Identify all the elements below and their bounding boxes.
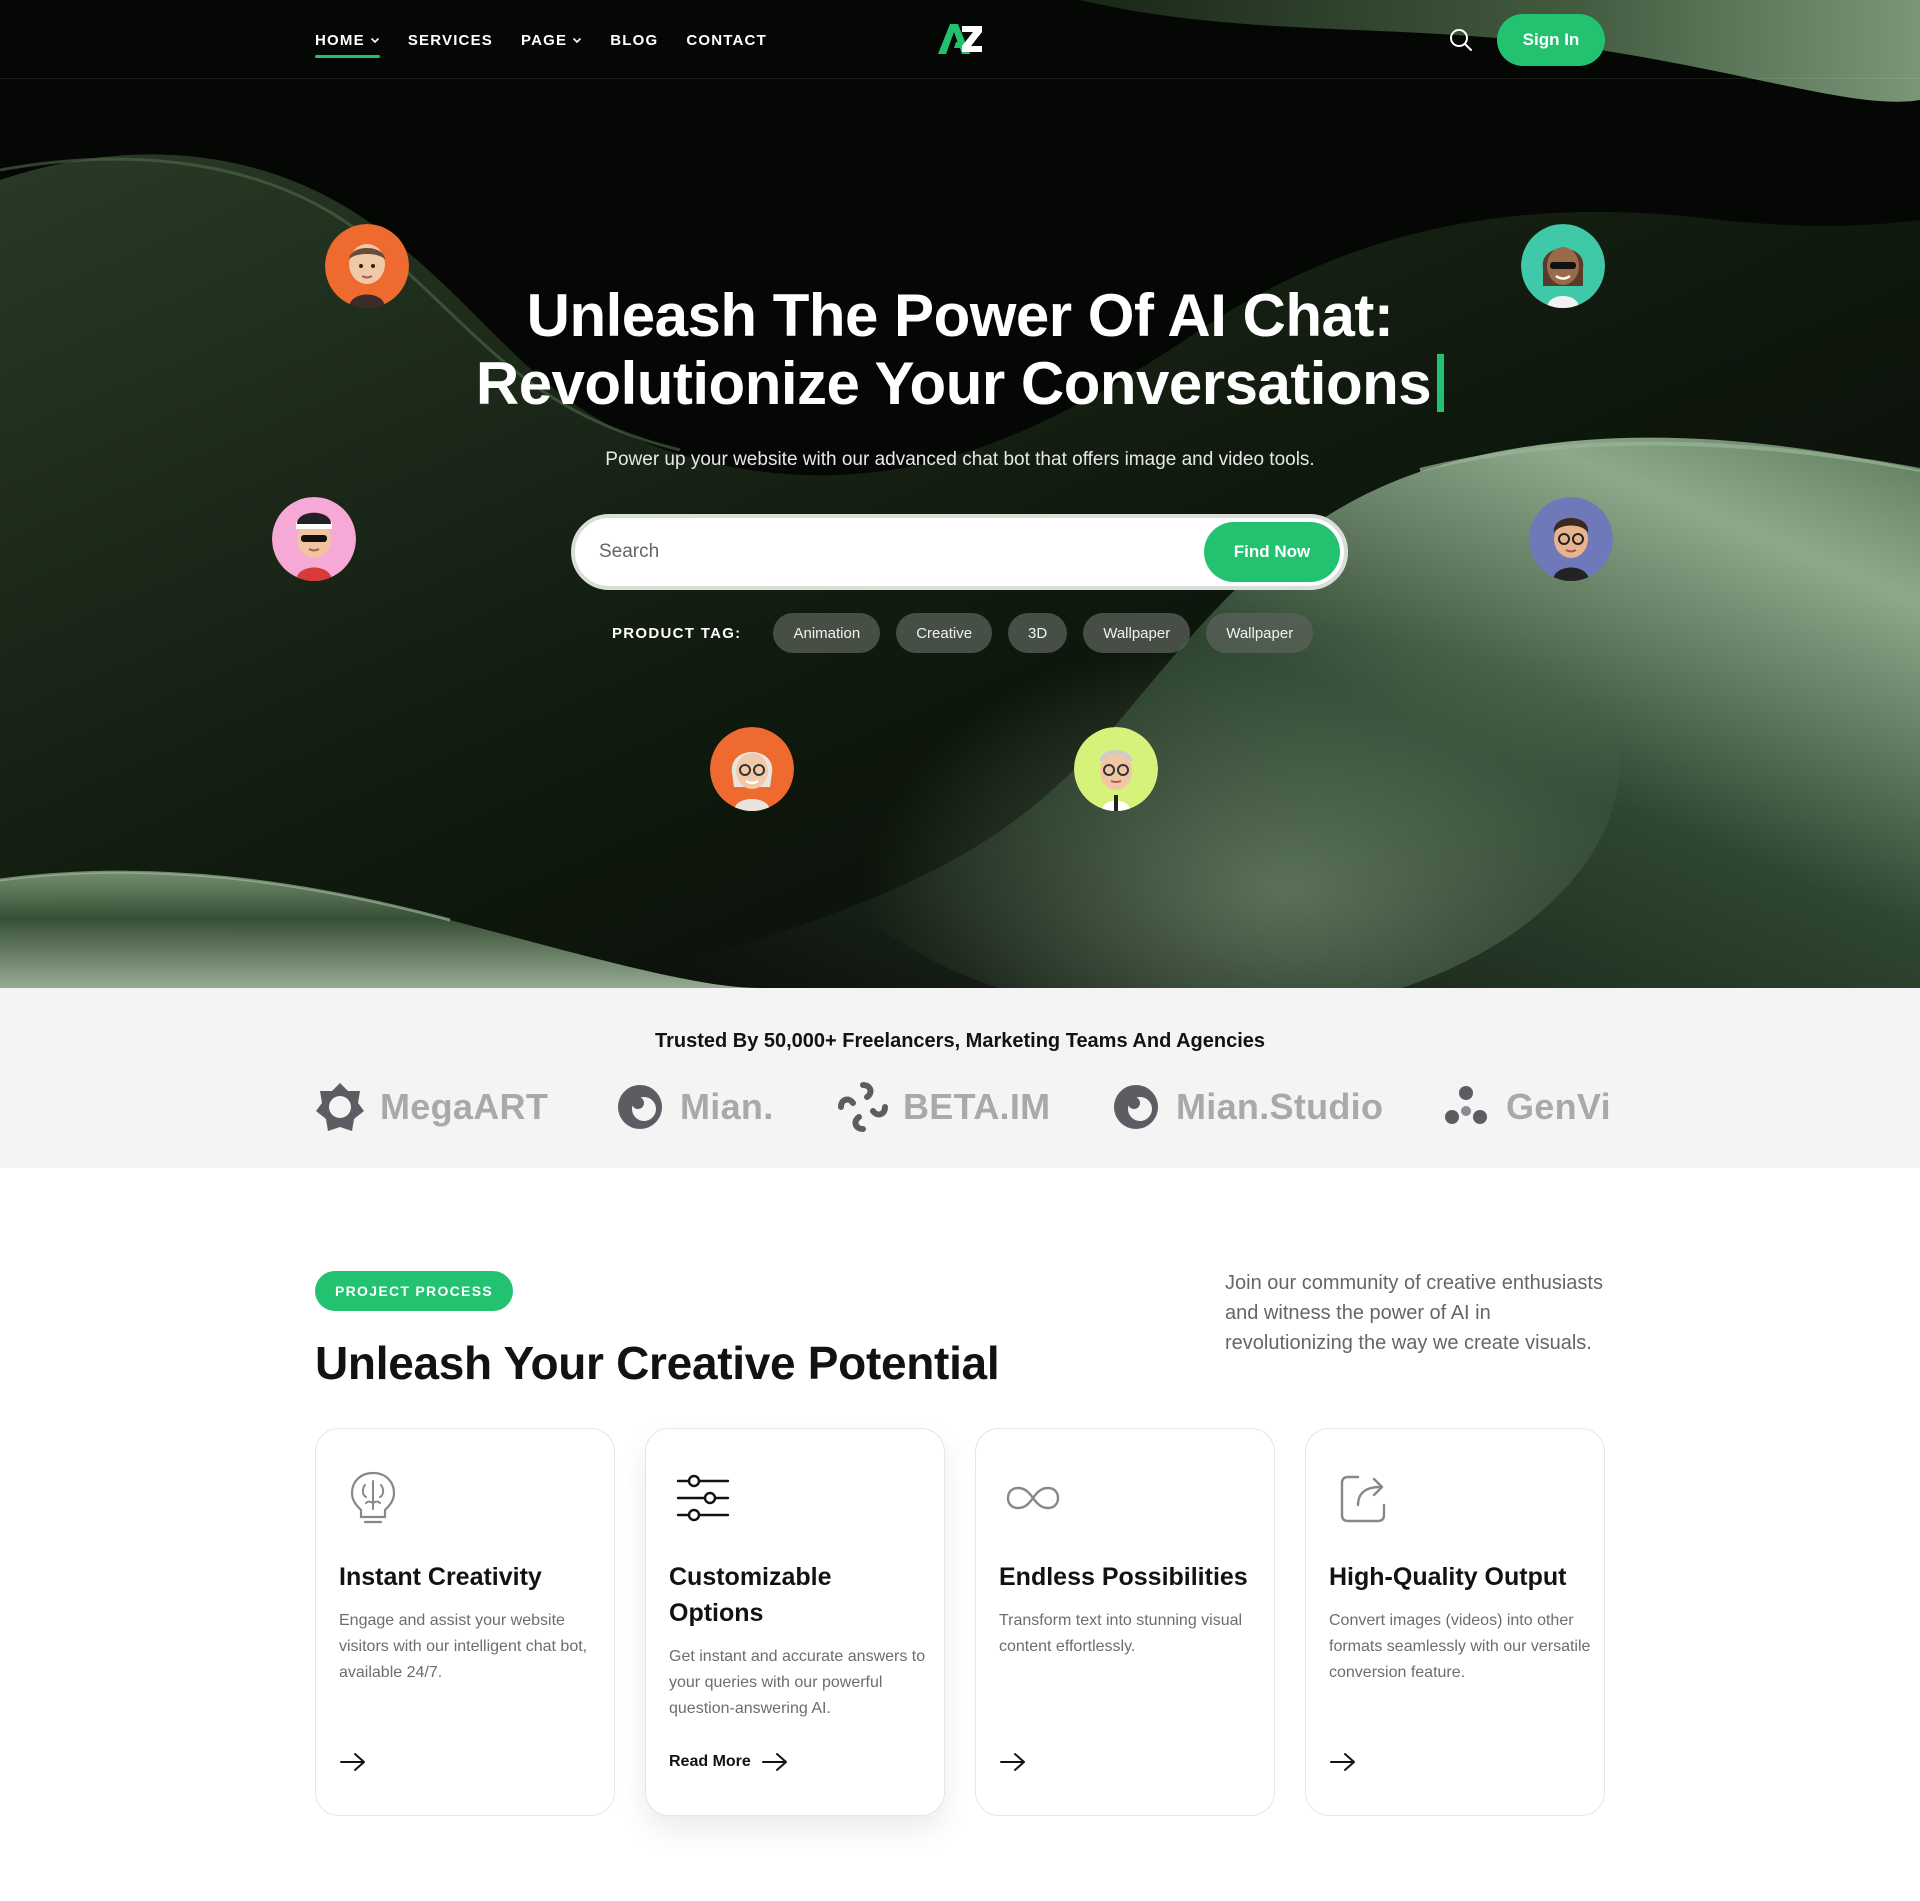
brand-mian-studio[interactable]: Mian.Studio <box>1110 1080 1383 1134</box>
brand-name: Mian. <box>680 1086 774 1127</box>
tag-chip[interactable]: Creative <box>896 613 993 653</box>
product-tag-label: PRODUCT TAG: <box>612 624 742 642</box>
share-icon <box>1340 1475 1386 1523</box>
card-text: Transform text into stunning visual cont… <box>999 1612 1243 1655</box>
nav-links: HOME SERVICES PAGE BLOG CONTACT <box>315 29 767 58</box>
trusted-brands-section: Trusted By 50,000+ Freelancers, Marketin… <box>0 988 1920 1168</box>
nav-page[interactable]: PAGE <box>521 29 582 51</box>
brand-mian[interactable]: Mian. <box>614 1080 774 1134</box>
brand-name: GenVi <box>1506 1086 1611 1127</box>
avatar <box>710 727 794 811</box>
search-icon[interactable] <box>1448 27 1474 53</box>
betaim-logo-icon <box>838 1082 888 1132</box>
arrow-right-icon <box>1330 1753 1355 1771</box>
brand-name: BETA.IM <box>903 1086 1051 1127</box>
read-more-link[interactable]: Read More <box>669 1751 789 1773</box>
feature-card[interactable]: Instant Creativity Engage and assist you… <box>315 1428 615 1816</box>
product-tags: PRODUCT TAG: Animation Creative 3D Wallp… <box>612 613 1329 653</box>
chevron-down-icon <box>573 37 582 44</box>
tag-chip[interactable]: 3D <box>1008 613 1068 653</box>
section-title: Unleash Your Creative Potential <box>315 1337 1000 1389</box>
brand-betaim[interactable]: BETA.IM <box>837 1080 1050 1134</box>
card-text: Get instant and accurate answers to your… <box>669 1648 926 1717</box>
az-logo[interactable] <box>936 22 984 56</box>
mian-studio-logo-icon <box>1114 1085 1158 1129</box>
nav-home[interactable]: HOME <box>315 29 380 58</box>
avatar <box>1074 727 1158 811</box>
brand-name: Mian.Studio <box>1176 1086 1384 1127</box>
hero-search-input[interactable] <box>599 518 1159 586</box>
nav-services-label: SERVICES <box>407 31 493 49</box>
brand-genvi[interactable]: GenVi <box>1440 1080 1611 1134</box>
avatar <box>325 224 409 308</box>
card-arrow-link[interactable] <box>999 1751 1027 1773</box>
feature-card[interactable]: High-Quality Output Convert images (vide… <box>1305 1428 1605 1816</box>
sliders-icon <box>676 1474 730 1522</box>
nav-home-label: HOME <box>315 31 365 49</box>
hero-title: Unleash The Power Of AI Chat: Revolution… <box>0 282 1920 418</box>
hero-section: HOME SERVICES PAGE BLOG CONTACT Sign In … <box>0 0 1920 988</box>
sign-in-button[interactable]: Sign In <box>1497 14 1605 66</box>
hero-title-line1: Unleash The Power Of AI Chat: <box>526 282 1394 349</box>
nav-services[interactable]: SERVICES <box>408 29 493 51</box>
card-text: Engage and assist your website visitors … <box>339 1612 588 1681</box>
section-pill: PROJECT PROCESS <box>315 1271 513 1311</box>
mian-logo-icon <box>618 1085 662 1129</box>
typing-cursor <box>1437 354 1445 412</box>
find-now-button[interactable]: Find Now <box>1204 522 1340 582</box>
tag-chip[interactable]: Animation <box>773 613 881 653</box>
nav-contact-label: CONTACT <box>686 31 767 49</box>
brain-bulb-icon <box>350 1471 396 1524</box>
nav-blog-label: BLOG <box>610 31 659 49</box>
read-more-label: Read More <box>669 1753 751 1770</box>
avatar <box>272 497 356 581</box>
brand-megaart[interactable]: MegaART <box>314 1080 548 1134</box>
card-title: Endless Possibilities <box>999 1563 1248 1591</box>
avatar <box>1521 224 1605 308</box>
card-title: High-Quality Output <box>1329 1563 1567 1591</box>
feature-card[interactable]: Endless Possibilities Transform text int… <box>975 1428 1275 1816</box>
tag-chip[interactable]: Wallpaper <box>1206 613 1314 653</box>
card-text: Convert images (videos) into other forma… <box>1329 1612 1591 1681</box>
genvi-logo-icon <box>1445 1086 1487 1124</box>
hero-search-box: Find Now <box>571 514 1348 590</box>
arrow-right-icon <box>1000 1753 1025 1771</box>
chevron-down-icon <box>370 37 379 44</box>
infinity-icon <box>1006 1486 1060 1510</box>
hero-wave-background <box>0 0 1920 988</box>
tag-chip[interactable]: Wallpaper <box>1083 613 1191 653</box>
nav-blog[interactable]: BLOG <box>610 29 658 51</box>
nav-page-label: PAGE <box>521 31 568 49</box>
section-description: Join our community of creative enthusias… <box>1225 1272 1603 1354</box>
card-title: Instant Creativity <box>339 1563 542 1591</box>
hero-title-line2: Revolutionize Your Conversations <box>475 350 1432 417</box>
trusted-title: Trusted By 50,000+ Freelancers, Marketin… <box>654 1030 1266 1052</box>
avatar <box>1529 497 1613 581</box>
feature-card[interactable]: Customizable Options Get instant and acc… <box>645 1428 945 1816</box>
card-arrow-link[interactable] <box>339 1751 367 1773</box>
arrow-right-icon <box>340 1753 365 1771</box>
nav-contact[interactable]: CONTACT <box>686 29 767 51</box>
card-title: Customizable Options <box>669 1563 832 1627</box>
brand-name: MegaART <box>380 1086 549 1127</box>
megaart-logo-icon <box>316 1083 364 1131</box>
card-arrow-link[interactable] <box>1329 1751 1357 1773</box>
top-navigation: HOME SERVICES PAGE BLOG CONTACT Sign In <box>0 0 1920 79</box>
arrow-right-icon <box>761 1753 787 1771</box>
hero-subtitle: Power up your website with our advanced … <box>605 449 1315 470</box>
